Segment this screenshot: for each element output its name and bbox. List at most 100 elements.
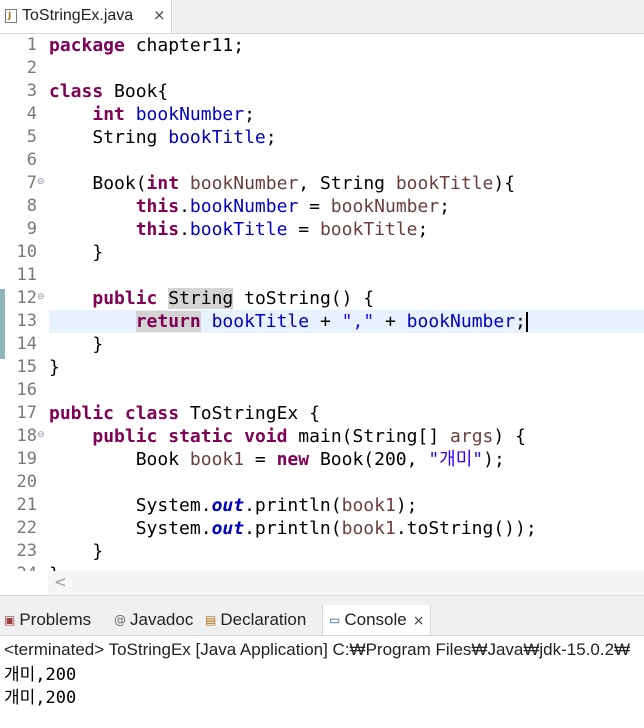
fold-icon[interactable]: ⊖ [37,172,47,195]
line-number: 4 [26,104,37,124]
close-tab-icon[interactable]: × [153,6,166,24]
rbrace: } [49,564,60,571]
line-number: 5 [26,127,37,147]
kw-public: public [92,288,158,309]
code-line: 11 [0,264,644,287]
field-booknumber: bookNumber [189,196,299,217]
code-line: 5 String bookTitle; [0,126,644,149]
class-name: ToStringEx { [179,403,320,424]
kw-new: new [276,449,310,470]
code-editor[interactable]: 1 package chapter11; 2 3 class Book{ 4 i… [0,34,644,571]
assign: = [298,196,331,217]
semicolon: ; [515,311,526,332]
type-string: String [92,127,158,148]
comma: , [298,173,320,194]
tab-label: Console [344,610,407,629]
kw-static: static [168,426,234,447]
rbrace: } [92,242,104,263]
field-booknumber: bookNumber [135,104,245,125]
plus: + [309,311,342,332]
code-line: 18 ⊖ public static void main(String[] ar… [0,425,644,448]
code-line: 19 Book book1 = new Book(200, "개미"); [0,448,644,471]
field-out: out [211,495,245,516]
line-number: 3 [26,81,37,101]
view-tab-bar: ▣ Problems @ Javadoc ▤ Declaration ▭ Console… [0,605,644,636]
line-number: 17 [16,403,37,423]
dot: . [179,219,190,240]
code-line: 23 } [0,540,644,563]
line-number: 16 [16,380,37,400]
code-line: 12 ⊖ public String toString() { [0,287,644,310]
fold-icon[interactable]: ⊖ [37,287,47,310]
code-line: 10 } [0,241,644,264]
code-line: 14 } [0,333,644,356]
tostring-call: .toString()); [395,518,537,539]
code-line: 7 ⊖ Book(int bookNumber, String bookTitl… [0,172,644,195]
call-close: ); [395,495,418,516]
code-line: 8 this.bookNumber = bookNumber; [0,195,644,218]
line-number: 22 [16,518,37,538]
console-view[interactable]: <terminated> ToStringEx [Java Applicatio… [0,636,644,728]
code-line: 15 } [0,356,644,379]
string-literal: "," [341,311,375,332]
code-line: 20 [0,471,644,494]
line-number: 9 [26,219,37,239]
console-output-line: 개미,200 [4,665,77,685]
editor-tab-tostringex[interactable]: J ToStringEx.java × [0,0,172,33]
semicolon: ; [265,127,277,148]
method-tostring: toString() { [233,288,375,309]
console-output-line: 개미,200 [4,688,77,708]
kw-this: this [135,219,180,240]
string-literal: "개미" [428,449,484,470]
dot: . [179,196,190,217]
field-booktitle: bookTitle [211,311,310,332]
code-line: 22 System.out.println(book1.toString()); [0,517,644,540]
kw-return: return [135,311,201,332]
kw-package: package [49,35,125,56]
line-number: 2 [26,58,37,78]
tab-label: Javadoc [130,610,194,629]
tab-problems[interactable]: ▣ Problems [4,605,91,635]
rbrace: } [92,334,104,355]
kw-int: int [92,104,125,125]
code-line: 17 public class ToStringEx { [0,402,644,425]
code-line: 24 } [0,563,644,571]
rbrace: } [49,357,60,378]
field-booktitle: bookTitle [168,127,266,148]
code-line: 9 this.bookTitle = bookTitle; [0,218,644,241]
plus: + [374,311,407,332]
line-number: 10 [16,242,37,262]
code-line-current: 13 return bookTitle + "," + bookNumber; [0,310,644,333]
java-file-icon: J [5,9,17,23]
tab-label: Declaration [220,610,307,629]
param-booktitle: bookTitle [395,173,494,194]
tab-declaration[interactable]: ▤ Declaration [205,605,306,635]
main-close: ) { [493,426,526,447]
semicolon: ; [417,219,429,240]
kw-class: class [124,403,180,424]
code-line: 3 class Book{ [0,80,644,103]
line-number: 23 [16,541,37,561]
editor-tab-bar: J ToStringEx.java × [0,0,644,34]
kw-public: public [92,426,158,447]
local-book1: book1 [189,449,245,470]
tab-console[interactable]: ▭ Console × [322,605,432,635]
system: System. [135,495,212,516]
javadoc-icon: @ [114,613,126,627]
code-line: 16 [0,379,644,402]
scroll-left-icon[interactable]: < [54,573,67,591]
tab-javadoc[interactable]: @ Javadoc [114,605,193,635]
ctor-name: Book( [92,173,147,194]
code-line: 6 [0,149,644,172]
param-args: args [450,426,494,447]
declaration-icon: ▤ [205,613,217,627]
close-tab-icon[interactable]: × [413,613,425,629]
field-booktitle: bookTitle [189,219,288,240]
assign: = [244,449,277,470]
param-booktitle: bookTitle [319,219,418,240]
local-book1: book1 [341,495,396,516]
fold-icon[interactable]: ⊖ [37,425,47,448]
code-line: 4 int bookNumber; [0,103,644,126]
horizontal-scrollbar[interactable]: < [48,571,644,595]
field-booknumber: bookNumber [406,311,516,332]
